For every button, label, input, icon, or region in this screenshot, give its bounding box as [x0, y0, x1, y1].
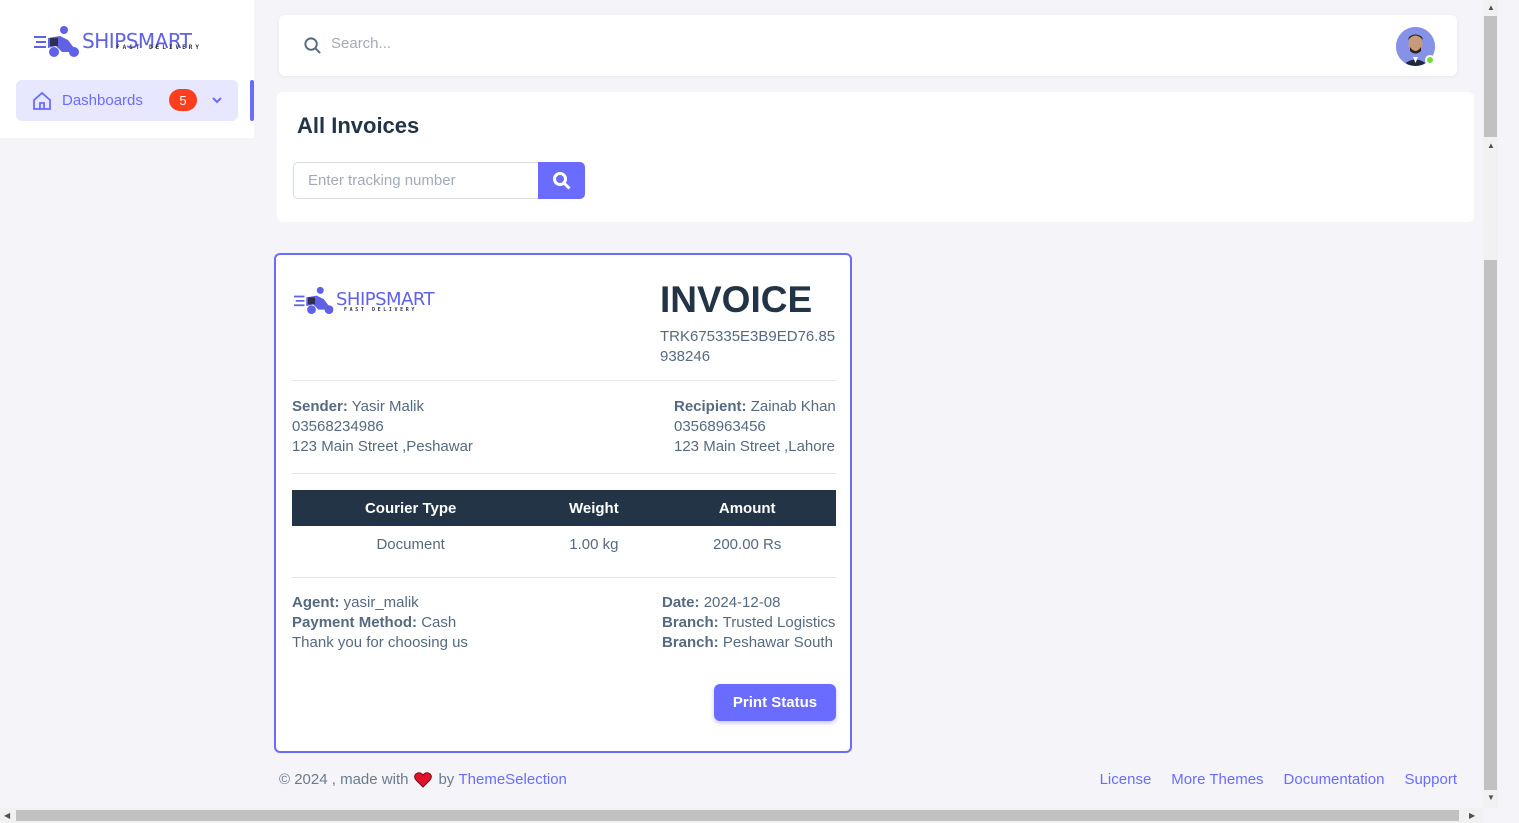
vertical-scroll-thumb[interactable]: [1484, 16, 1497, 137]
footer-by: by: [438, 771, 455, 788]
invoice-logo-subtitle: FAST DELIVERY: [344, 307, 417, 313]
search-input[interactable]: [331, 35, 731, 52]
footer-prefix: © 2024 , made with: [279, 771, 409, 788]
app-logo[interactable]: SHIPSMART: [34, 24, 192, 58]
heart-icon: [414, 771, 433, 788]
tracking-number-input[interactable]: [293, 162, 539, 199]
chevron-down-icon: [212, 97, 222, 104]
footer-credit: © 2024 , made with by ThemeSelection: [279, 771, 567, 788]
divider: [292, 380, 836, 381]
scroll-right-arrow[interactable]: ▶: [1469, 811, 1475, 820]
search-icon: [552, 171, 571, 190]
footer-links: License More Themes Documentation Suppor…: [1100, 771, 1457, 788]
col-weight: Weight: [529, 490, 659, 526]
sender-phone: 03568234986: [292, 418, 384, 435]
invoice-title: INVOICE: [660, 279, 813, 320]
branch-value: Peshawar South: [722, 634, 833, 651]
branch-label: Branch:: [662, 634, 719, 651]
vertical-scroll-thumb[interactable]: [1484, 260, 1497, 790]
search-icon: [304, 37, 321, 54]
payment-label: Payment Method:: [292, 614, 418, 631]
invoice-card: SHIPSMART FAST DELIVERY INVOICE TRK67533…: [274, 253, 852, 753]
table-header-row: Courier Type Weight Amount: [292, 490, 836, 526]
table-row: Document 1.00 kg 200.00 Rs: [292, 526, 836, 562]
horizontal-scroll-thumb[interactable]: [16, 810, 1459, 821]
scroll-up-arrow[interactable]: ▲: [1487, 3, 1495, 12]
page-title: All Invoices: [297, 113, 420, 138]
themeselection-link[interactable]: ThemeSelection: [458, 771, 566, 788]
sidebar-item-dashboards[interactable]: Dashboards 5: [16, 80, 238, 121]
date-branch-block: Date: 2024-12-08 Branch: Trusted Logisti…: [662, 593, 835, 653]
date-value: 2024-12-08: [703, 594, 781, 611]
divider: [292, 473, 836, 474]
tracking-search-button[interactable]: [538, 162, 585, 199]
payment-value: Cash: [421, 614, 457, 631]
cell-courier-type: Document: [376, 535, 445, 553]
scroll-down-arrow[interactable]: ▼: [1487, 793, 1495, 802]
sender-label: Sender:: [292, 398, 348, 415]
cell-weight: 1.00 kg: [569, 535, 619, 553]
date-label: Date:: [662, 594, 700, 611]
thanks-text: Thank you for choosing us: [292, 634, 468, 651]
recipient-label: Recipient:: [674, 398, 747, 415]
sidebar-item-label: Dashboards: [62, 92, 143, 109]
invoice-table: Courier Type Weight Amount Document 1.00…: [292, 490, 836, 562]
recipient-block: Recipient: Zainab Khan 03568963456 123 M…: [674, 397, 836, 457]
agent-block: Agent: yasir_malik Payment Method: Cash …: [292, 593, 468, 653]
scroll-up-arrow[interactable]: ▲: [1487, 141, 1495, 150]
col-courier-type: Courier Type: [292, 490, 530, 526]
agent-value: yasir_malik: [343, 594, 419, 611]
divider: [292, 577, 836, 578]
tracking-number: TRK675335E3B9ED76.85938246: [660, 328, 836, 365]
logo-subtitle: FAST DELIVERY: [116, 44, 202, 51]
cell-amount: 200.00 Rs: [713, 535, 782, 553]
recipient-phone: 03568963456: [674, 418, 766, 435]
license-link[interactable]: License: [1100, 771, 1152, 788]
delivery-scooter-icon: [294, 286, 334, 314]
recipient-name: Zainab Khan: [750, 398, 836, 415]
sidebar: SHIPSMART FAST DELIVERY Dashboards 5: [0, 0, 254, 138]
notification-badge: 5: [169, 89, 197, 111]
sender-block: Sender: Yasir Malik 03568234986 123 Main…: [292, 397, 473, 457]
invoice-logo: SHIPSMART FAST DELIVERY: [294, 285, 435, 315]
sender-address: 123 Main Street ,Peshawar: [292, 438, 473, 455]
invoices-search-card: All Invoices: [277, 92, 1474, 222]
active-indicator: [250, 80, 254, 121]
print-status-button[interactable]: Print Status: [714, 684, 836, 721]
recipient-address: 123 Main Street ,Lahore: [674, 438, 835, 455]
more-themes-link[interactable]: More Themes: [1171, 771, 1263, 788]
col-amount: Amount: [658, 490, 836, 526]
top-navbar: [279, 15, 1457, 76]
scroll-left-arrow[interactable]: ◀: [4, 811, 10, 820]
online-status-dot: [1425, 55, 1435, 65]
agent-label: Agent:: [292, 594, 340, 611]
support-link[interactable]: Support: [1404, 771, 1457, 788]
branch-label: Branch:: [662, 614, 719, 631]
home-icon: [33, 91, 51, 110]
documentation-link[interactable]: Documentation: [1284, 771, 1385, 788]
sender-name: Yasir Malik: [351, 398, 424, 415]
delivery-scooter-icon: [34, 26, 79, 57]
branch-value: Trusted Logistics: [722, 614, 836, 631]
